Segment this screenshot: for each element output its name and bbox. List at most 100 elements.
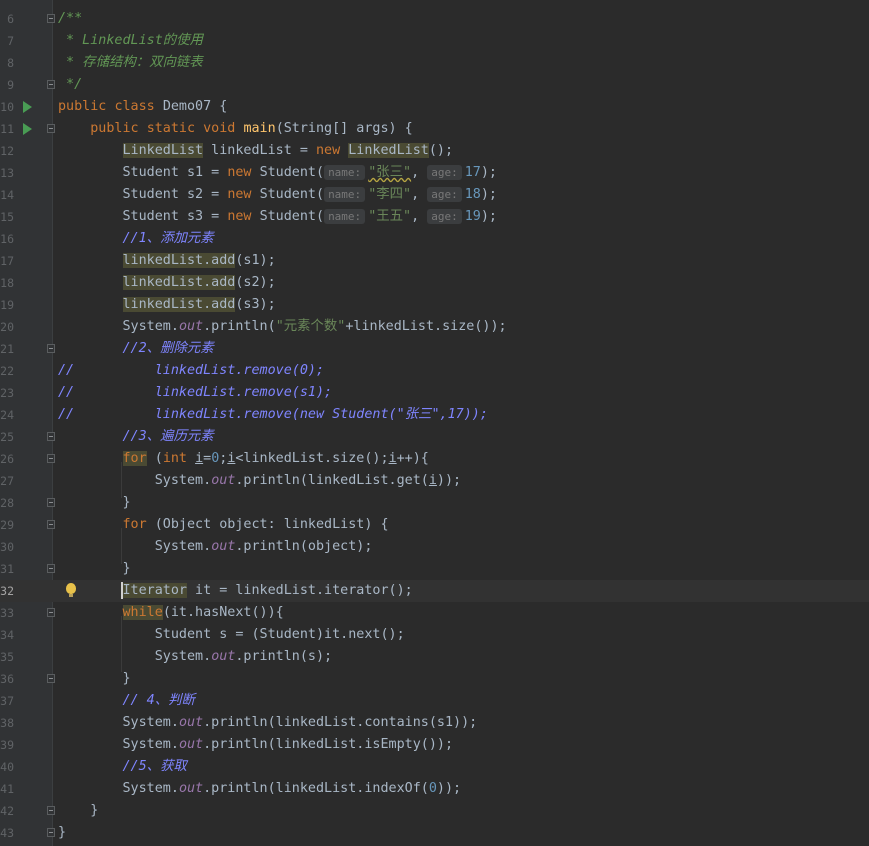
line-number[interactable]: 35: [0, 646, 14, 668]
line-number[interactable]: 41: [0, 778, 14, 800]
line-number[interactable]: 31: [0, 558, 14, 580]
code-line[interactable]: 22 // linkedList.remove(0);: [0, 360, 869, 382]
line-number[interactable]: 19: [0, 294, 14, 316]
line-code[interactable]: }: [58, 800, 98, 822]
code-line[interactable]: 13 Student s1 = new Student(name: "张三", a…: [0, 162, 869, 184]
line-code[interactable]: System.out.println(linkedList.isEmpty())…: [58, 734, 453, 756]
code-line[interactable]: 38 System.out.println(linkedList.contain…: [0, 712, 869, 734]
code-line[interactable]: 21 //2、删除元素: [0, 338, 869, 360]
code-line[interactable]: 34 Student s = (Student)it.next();: [0, 624, 869, 646]
line-number[interactable]: 12: [0, 140, 14, 162]
code-line[interactable]: 28 }: [0, 492, 869, 514]
line-code[interactable]: Student s2 = new Student(name: "李四", age:…: [58, 184, 497, 206]
line-code[interactable]: Student s1 = new Student(name: "张三", age:…: [58, 162, 497, 184]
code-line[interactable]: 11 public static void main(String[] args…: [0, 118, 869, 140]
line-number[interactable]: 10: [0, 96, 14, 118]
line-number[interactable]: 26: [0, 448, 14, 470]
code-line[interactable]: 15 Student s3 = new Student(name: "王五", a…: [0, 206, 869, 228]
line-code[interactable]: linkedList.add(s3);: [58, 294, 276, 316]
code-line[interactable]: 33 while(it.hasNext()){: [0, 602, 869, 624]
line-code[interactable]: System.out.println(object);: [58, 536, 373, 558]
line-number[interactable]: 23: [0, 382, 14, 404]
line-number[interactable]: 32: [0, 580, 14, 602]
line-code[interactable]: */: [58, 74, 82, 96]
line-number[interactable]: 9: [0, 74, 14, 96]
code-line[interactable]: 17 linkedList.add(s1);: [0, 250, 869, 272]
line-number[interactable]: 37: [0, 690, 14, 712]
line-code[interactable]: }: [58, 822, 66, 844]
line-code[interactable]: * LinkedList的使用: [58, 30, 203, 52]
fold-toggle-icon[interactable]: [47, 608, 55, 617]
code-line[interactable]: 41 System.out.println(linkedList.indexOf…: [0, 778, 869, 800]
code-line[interactable]: 9 */: [0, 74, 869, 96]
code-line[interactable]: 25 //3、遍历元素: [0, 426, 869, 448]
fold-toggle-icon[interactable]: [47, 80, 55, 89]
line-code[interactable]: System.out.println(linkedList.indexOf(0)…: [58, 778, 461, 800]
code-line[interactable]: 39 System.out.println(linkedList.isEmpty…: [0, 734, 869, 756]
line-number[interactable]: 40: [0, 756, 14, 778]
code-line[interactable]: 29 for (Object object: linkedList) {: [0, 514, 869, 536]
line-number[interactable]: 7: [0, 30, 14, 52]
line-code[interactable]: public static void main(String[] args) {: [58, 118, 413, 140]
line-number[interactable]: 15: [0, 206, 14, 228]
fold-toggle-icon[interactable]: [47, 674, 55, 683]
code-line[interactable]: 26 for (int i=0;i<linkedList.size();i++)…: [0, 448, 869, 470]
line-code[interactable]: Iterator it = linkedList.iterator();: [58, 580, 413, 602]
code-line[interactable]: 37 // 4、判断: [0, 690, 869, 712]
code-editor[interactable]: 6/** 7 * LinkedList的使用 8 * 存储结构：双向链表 9 */10…: [0, 0, 869, 846]
line-number[interactable]: 20: [0, 316, 14, 338]
line-number[interactable]: 8: [0, 52, 14, 74]
line-code[interactable]: while(it.hasNext()){: [58, 602, 284, 624]
line-code[interactable]: public class Demo07 {: [58, 96, 227, 118]
line-number[interactable]: 27: [0, 470, 14, 492]
fold-toggle-icon[interactable]: [47, 564, 55, 573]
code-line[interactable]: 43}: [0, 822, 869, 844]
line-code[interactable]: * 存储结构：双向链表: [58, 52, 203, 74]
line-code[interactable]: linkedList.add(s2);: [58, 272, 276, 294]
fold-toggle-icon[interactable]: [47, 432, 55, 441]
line-number[interactable]: 28: [0, 492, 14, 514]
line-number[interactable]: 16: [0, 228, 14, 250]
line-code[interactable]: System.out.println("元素个数"+linkedList.siz…: [58, 316, 506, 338]
code-line[interactable]: 19 linkedList.add(s3);: [0, 294, 869, 316]
fold-toggle-icon[interactable]: [47, 454, 55, 463]
code-line[interactable]: 40 //5、获取: [0, 756, 869, 778]
fold-toggle-icon[interactable]: [47, 124, 55, 133]
code-line[interactable]: 27 System.out.println(linkedList.get(i))…: [0, 470, 869, 492]
code-line[interactable]: 36 }: [0, 668, 869, 690]
line-number[interactable]: 17: [0, 250, 14, 272]
fold-toggle-icon[interactable]: [47, 520, 55, 529]
line-code[interactable]: //5、获取: [58, 756, 187, 778]
fold-toggle-icon[interactable]: [47, 828, 55, 837]
line-code[interactable]: //1、添加元素: [58, 228, 214, 250]
line-number[interactable]: 36: [0, 668, 14, 690]
line-number[interactable]: 11: [0, 118, 14, 140]
line-number[interactable]: 24: [0, 404, 14, 426]
line-number[interactable]: 13: [0, 162, 14, 184]
code-line[interactable]: 7 * LinkedList的使用: [0, 30, 869, 52]
fold-toggle-icon[interactable]: [47, 806, 55, 815]
code-line[interactable]: 30 System.out.println(object);: [0, 536, 869, 558]
line-code[interactable]: }: [58, 492, 130, 514]
code-line[interactable]: 12 LinkedList linkedList = new LinkedLis…: [0, 140, 869, 162]
line-code[interactable]: // linkedList.remove(new Student("张三",17…: [58, 404, 488, 426]
code-line[interactable]: 24 // linkedList.remove(new Student("张三",…: [0, 404, 869, 426]
line-code[interactable]: System.out.println(s);: [58, 646, 332, 668]
fold-toggle-icon[interactable]: [47, 498, 55, 507]
code-line[interactable]: 8 * 存储结构：双向链表: [0, 52, 869, 74]
fold-toggle-icon[interactable]: [47, 344, 55, 353]
line-code[interactable]: linkedList.add(s1);: [58, 250, 276, 272]
line-code[interactable]: }: [58, 668, 130, 690]
code-line[interactable]: 14 Student s2 = new Student(name: "李四", a…: [0, 184, 869, 206]
line-number[interactable]: 34: [0, 624, 14, 646]
line-code[interactable]: LinkedList linkedList = new LinkedList()…: [58, 140, 453, 162]
line-number[interactable]: 39: [0, 734, 14, 756]
code-line[interactable]: 42 }: [0, 800, 869, 822]
code-line[interactable]: 35 System.out.println(s);: [0, 646, 869, 668]
code-line[interactable]: 6 /**: [0, 8, 869, 30]
line-code[interactable]: // linkedList.remove(0);: [58, 360, 324, 382]
code-line[interactable]: 32 Iterator it = linkedList.iterator();: [0, 580, 869, 602]
line-code[interactable]: //2、删除元素: [58, 338, 214, 360]
line-code[interactable]: Student s3 = new Student(name: "王五", age:…: [58, 206, 497, 228]
line-code[interactable]: System.out.println(linkedList.get(i));: [58, 470, 461, 492]
